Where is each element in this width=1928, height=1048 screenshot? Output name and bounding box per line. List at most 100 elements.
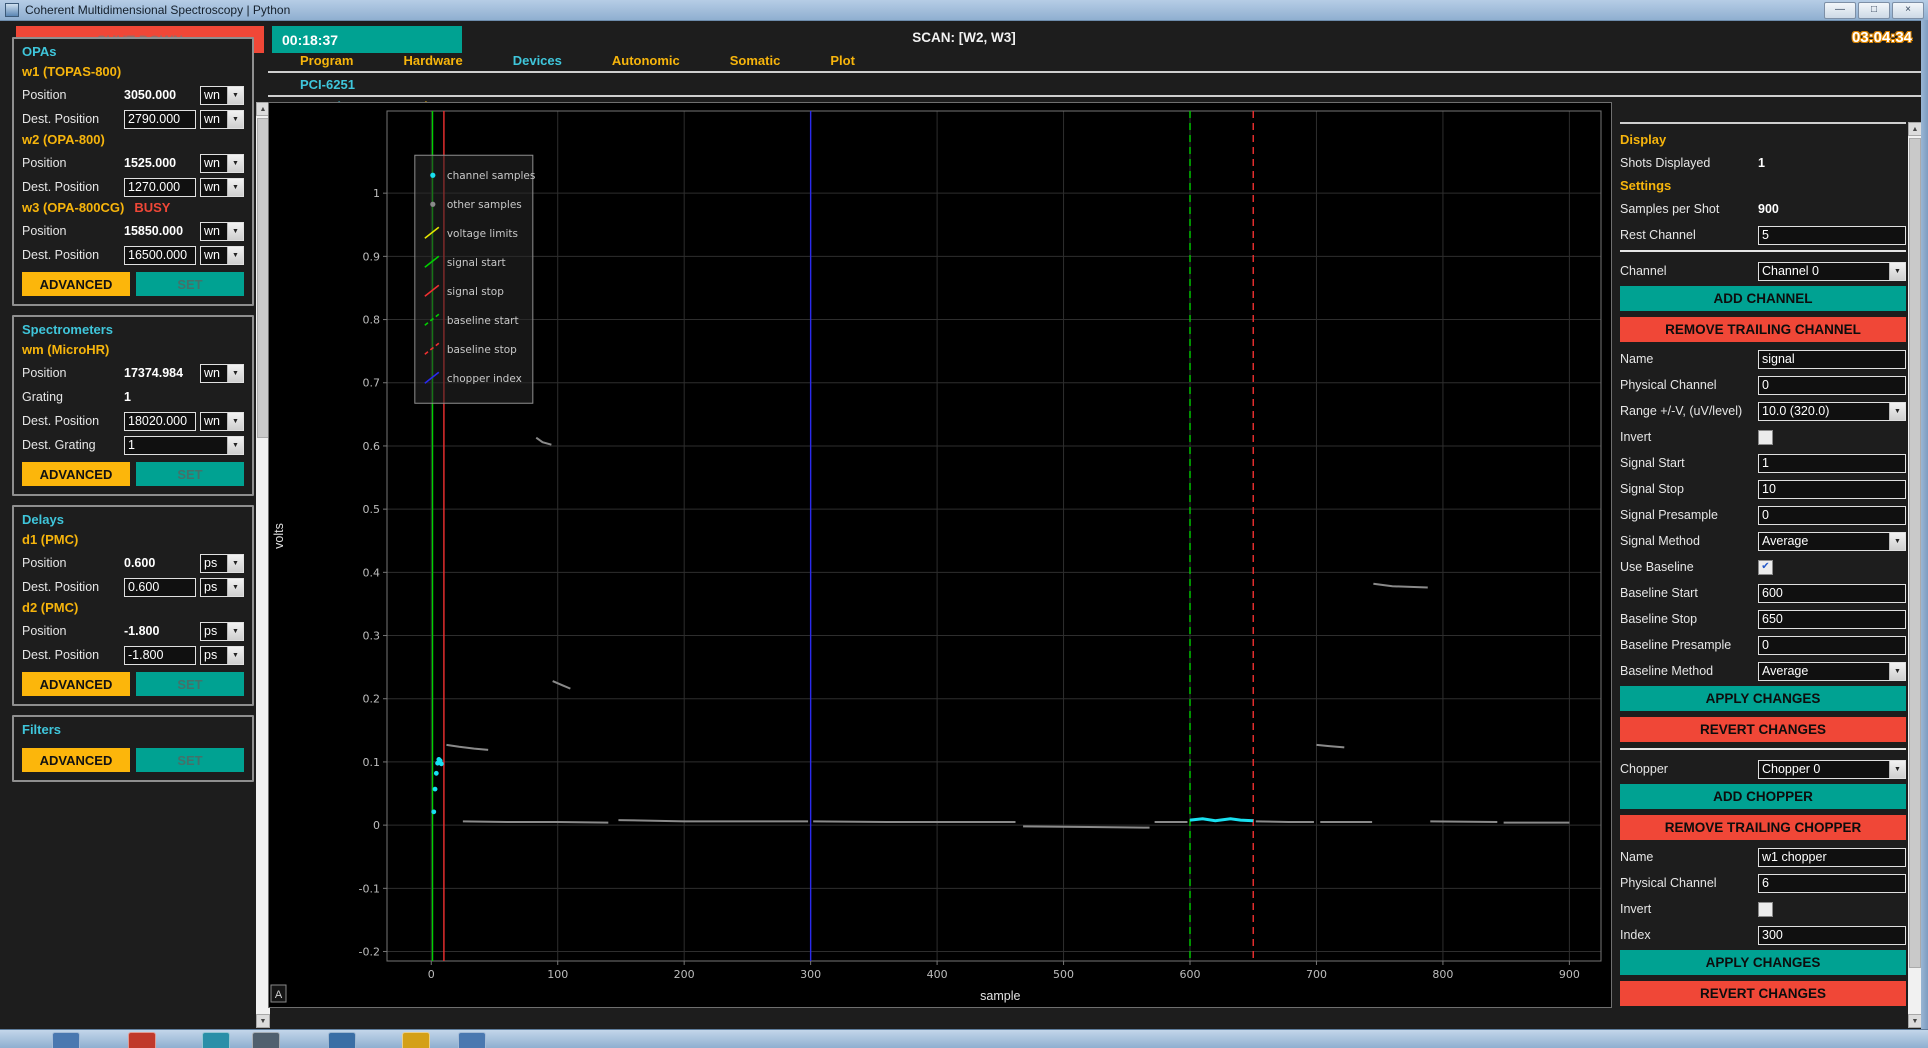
units-select[interactable]: wn▼ (200, 222, 244, 241)
d1-dest-position-row: Dest. Position ps▼ (22, 576, 244, 598)
chopper-invert-row: Invert (1620, 898, 1906, 920)
advanced-button[interactable]: ADVANCED (22, 672, 130, 696)
signal-method-select[interactable]: Average▼ (1758, 532, 1906, 551)
chopper-revert-changes-button[interactable]: REVERT CHANGES (1620, 981, 1906, 1006)
units-select[interactable]: wn▼ (200, 364, 244, 383)
chopper-select[interactable]: Chopper 0▼ (1758, 760, 1906, 779)
taskbar-icon-app-4[interactable] (252, 1032, 280, 1048)
tab-plot[interactable]: Plot (830, 53, 855, 71)
invert-checkbox[interactable] (1758, 430, 1773, 445)
set-button[interactable]: SET (136, 462, 244, 486)
apply-changes-button[interactable]: APPLY CHANGES (1620, 686, 1906, 711)
dest-position-input[interactable] (124, 178, 196, 197)
field-label: Baseline Method (1620, 664, 1758, 678)
units-select[interactable]: wn▼ (200, 178, 244, 197)
field-label: Position (22, 156, 124, 170)
chopper-apply-changes-button[interactable]: APPLY CHANGES (1620, 950, 1906, 975)
scroll-down-icon[interactable]: ▼ (256, 1014, 270, 1028)
field-label: Dest. Position (22, 180, 124, 194)
tab-pci-6251[interactable]: PCI-6251 (300, 77, 355, 95)
scroll-down-icon[interactable]: ▼ (1908, 1014, 1922, 1028)
restore-button[interactable]: □ (1858, 2, 1890, 19)
physical-channel-input[interactable] (1758, 376, 1906, 395)
spectrometers-section: Spectrometers wm (MicroHR) Position 1737… (12, 315, 254, 496)
title-bar[interactable]: Coherent Multidimensional Spectroscopy |… (0, 0, 1928, 21)
add-chopper-button[interactable]: ADD CHOPPER (1620, 784, 1906, 809)
tab-hardware[interactable]: Hardware (403, 53, 462, 71)
set-button[interactable]: SET (136, 672, 244, 696)
taskbar-icon-app-1[interactable] (52, 1032, 80, 1048)
field-label: Signal Stop (1620, 482, 1758, 496)
add-channel-button[interactable]: ADD CHANNEL (1620, 286, 1906, 311)
close-button[interactable]: × (1892, 2, 1924, 19)
chopper-physical-channel-input[interactable] (1758, 874, 1906, 893)
remove-trailing-channel-button[interactable]: REMOVE TRAILING CHANNEL (1620, 317, 1906, 342)
channel-name-input[interactable] (1758, 350, 1906, 369)
signal-start-row: Signal Start (1620, 452, 1906, 474)
baseline-stop-input[interactable] (1758, 610, 1906, 629)
taskbar-icon-app-2[interactable] (128, 1032, 156, 1048)
scrollbar-thumb[interactable] (1909, 138, 1921, 968)
tab-somatic[interactable]: Somatic (730, 53, 781, 71)
divider (1620, 748, 1906, 750)
units-select[interactable]: wn▼ (200, 246, 244, 265)
dest-position-input[interactable] (124, 646, 196, 665)
dest-grating-select[interactable]: 1▼ (124, 436, 244, 455)
advanced-button[interactable]: ADVANCED (22, 748, 130, 772)
dest-position-input[interactable] (124, 110, 196, 129)
channel-settings-panel: Display Shots Displayed 1 Settings Sampl… (1620, 122, 1906, 1030)
baseline-presample-input[interactable] (1758, 636, 1906, 655)
taskbar-icon-app-3[interactable] (202, 1032, 230, 1048)
advanced-button[interactable]: ADVANCED (22, 272, 130, 296)
scroll-up-icon[interactable]: ▲ (1908, 122, 1922, 136)
taskbar-icon-app-6[interactable] (402, 1032, 430, 1048)
minimize-button[interactable]: — (1824, 2, 1856, 19)
samples-plot-widget[interactable]: 0100200300400500600700800900-0.2-0.100.1… (268, 102, 1612, 1008)
units-select[interactable]: ps▼ (200, 554, 244, 573)
units-select[interactable]: wn▼ (200, 412, 244, 431)
units-select[interactable]: ps▼ (200, 578, 244, 597)
svg-text:0: 0 (373, 819, 380, 832)
units-select[interactable]: ps▼ (200, 646, 244, 665)
right-panel-scrollbar[interactable]: ▲ ▼ (1908, 122, 1922, 1028)
channel-select[interactable]: Channel 0▼ (1758, 262, 1906, 281)
signal-stop-input[interactable] (1758, 480, 1906, 499)
signal-presample-input[interactable] (1758, 506, 1906, 525)
use-baseline-checkbox[interactable]: ✔ (1758, 560, 1773, 575)
dest-position-input[interactable] (124, 578, 196, 597)
tab-devices[interactable]: Devices (513, 53, 562, 71)
taskbar[interactable] (0, 1029, 1928, 1048)
plot-legend[interactable]: channel samplesother samplesvoltage limi… (415, 155, 536, 403)
taskbar-icon-app-7[interactable] (458, 1032, 486, 1048)
baseline-start-input[interactable] (1758, 584, 1906, 603)
signal-start-input[interactable] (1758, 454, 1906, 473)
baseline-method-select[interactable]: Average▼ (1758, 662, 1906, 681)
field-label: Signal Start (1620, 456, 1758, 470)
w2-dest-position-row: Dest. Position wn▼ (22, 176, 244, 198)
tab-program[interactable]: Program (300, 53, 353, 71)
taskbar-icon-app-5[interactable] (328, 1032, 356, 1048)
units-select[interactable]: ps▼ (200, 622, 244, 641)
set-button[interactable]: SET (136, 748, 244, 772)
tab-autonomic[interactable]: Autonomic (612, 53, 680, 71)
set-button[interactable]: SET (136, 272, 244, 296)
rest-channel-input[interactable] (1758, 226, 1906, 245)
dest-position-input[interactable] (124, 412, 196, 431)
remove-trailing-chopper-button[interactable]: REMOVE TRAILING CHOPPER (1620, 815, 1906, 840)
chevron-down-icon: ▼ (227, 247, 243, 264)
checkbox-cell (1758, 430, 1906, 445)
chopper-name-input[interactable] (1758, 848, 1906, 867)
range-select[interactable]: 10.0 (320.0)▼ (1758, 402, 1906, 421)
filters-section: Filters ADVANCED SET (12, 715, 254, 782)
units-select[interactable]: wn▼ (200, 86, 244, 105)
advanced-button[interactable]: ADVANCED (22, 462, 130, 486)
chopper-invert-checkbox[interactable] (1758, 902, 1773, 917)
chopper-index-input[interactable] (1758, 926, 1906, 945)
units-select[interactable]: wn▼ (200, 154, 244, 173)
dest-position-input[interactable] (124, 246, 196, 265)
samples-plot[interactable]: 0100200300400500600700800900-0.2-0.100.1… (269, 103, 1611, 1007)
units-select[interactable]: wn▼ (200, 110, 244, 129)
wm-dest-position-row: Dest. Position wn▼ (22, 410, 244, 432)
field-label: Use Baseline (1620, 560, 1758, 574)
revert-changes-button[interactable]: REVERT CHANGES (1620, 717, 1906, 742)
